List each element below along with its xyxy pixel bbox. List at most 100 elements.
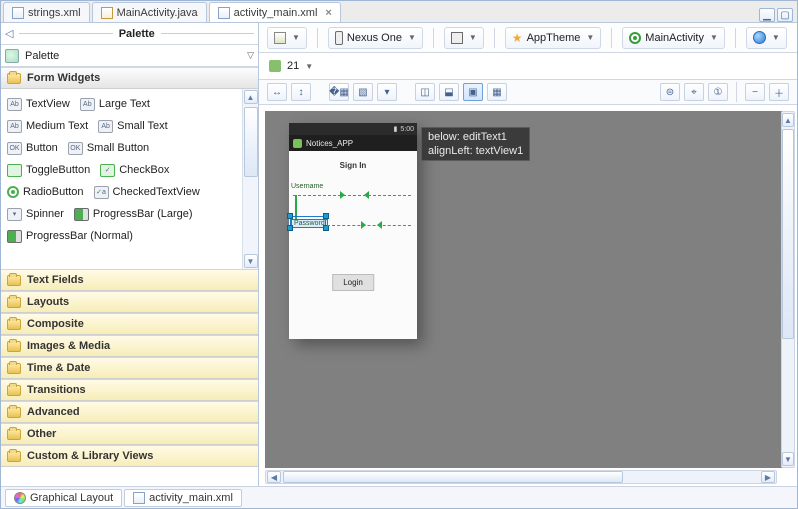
widget-togglebutton[interactable]: ToggleButton xyxy=(7,164,90,177)
folder-icon xyxy=(7,275,21,286)
category-text-fields[interactable]: Text Fields xyxy=(1,269,258,291)
scroll-down-button[interactable]: ▼ xyxy=(782,452,794,466)
zoom-in-button[interactable]: ＋ xyxy=(769,83,789,101)
minimize-view-button[interactable]: ▁ xyxy=(759,8,775,22)
widget-small-button[interactable]: OKSmall Button xyxy=(68,142,149,155)
canvas-horizontal-scrollbar[interactable]: ◀ ▶ xyxy=(265,470,777,484)
login-button[interactable]: Login xyxy=(332,274,374,291)
sign-in-label: Sign In xyxy=(289,161,417,170)
chevron-down-icon: ▽ xyxy=(247,50,254,61)
category-time-date[interactable]: Time & Date xyxy=(1,357,258,379)
scroll-thumb[interactable] xyxy=(782,129,794,339)
widget-progressbar-large[interactable]: ProgressBar (Large) xyxy=(74,208,193,221)
arrange-button[interactable]: ▦ xyxy=(487,83,507,101)
tab-label: activity_main.xml xyxy=(234,7,318,19)
scroll-up-button[interactable]: ▲ xyxy=(244,90,258,104)
align-horizontal-button[interactable]: ◫ xyxy=(415,83,435,101)
palette-scrollbar[interactable]: ▲ ▼ xyxy=(242,89,258,269)
checkbox-icon: ✓ xyxy=(100,164,115,177)
toggle-height-button[interactable]: ↕ xyxy=(291,83,311,101)
category-label: Form Widgets xyxy=(27,72,100,84)
configuration-toolbar: ▼ Nexus One▼ ▼ ★AppTheme▼ MainActivity▼ … xyxy=(259,23,797,53)
category-layouts[interactable]: Layouts xyxy=(1,291,258,313)
zoom-reset-button[interactable]: ⌖ xyxy=(684,83,704,101)
zoom-out-button[interactable]: − xyxy=(745,83,765,101)
device-preview[interactable]: ▮5:00 Notices_APP Sign In Username Passw… xyxy=(289,123,417,339)
tab-strings-xml[interactable]: strings.xml xyxy=(3,2,90,22)
category-transitions[interactable]: Transitions xyxy=(1,379,258,401)
zoom-fit-button[interactable]: ⊜ xyxy=(660,83,680,101)
canvas-vertical-scrollbar[interactable]: ▲ ▼ xyxy=(781,111,795,468)
activity-chooser[interactable]: MainActivity▼ xyxy=(622,27,725,49)
close-tab-icon[interactable]: × xyxy=(325,7,331,19)
widget-radiobutton[interactable]: RadioButton xyxy=(7,186,84,198)
edittext-password[interactable] xyxy=(327,225,411,226)
emulate-size-button[interactable]: �▦ xyxy=(329,83,349,101)
resize-handle[interactable] xyxy=(287,225,293,231)
widget-spinner[interactable]: ▾Spinner xyxy=(7,208,64,221)
category-form-widgets[interactable]: Form Widgets xyxy=(1,67,258,89)
device-chooser[interactable]: Nexus One▼ xyxy=(328,27,423,49)
widget-textview[interactable]: AbTextView xyxy=(7,98,70,111)
scroll-thumb[interactable] xyxy=(283,471,623,483)
folder-icon xyxy=(7,451,21,462)
collapse-icon[interactable]: ◁ xyxy=(5,27,13,40)
folder-icon xyxy=(7,341,21,352)
category-composite[interactable]: Composite xyxy=(1,313,258,335)
orientation-chooser[interactable]: ▼ xyxy=(444,27,484,49)
widget-checkedtextview[interactable]: ✓aCheckedTextView xyxy=(94,186,200,199)
align-vertical-button[interactable]: ⬓ xyxy=(439,83,459,101)
category-custom-library[interactable]: Custom & Library Views xyxy=(1,445,258,467)
chevron-down-icon: ▼ xyxy=(772,33,780,42)
edittext-username[interactable] xyxy=(293,195,411,196)
toggle-icon xyxy=(7,164,22,177)
zoom-actual-button[interactable]: ① xyxy=(708,83,728,101)
chevron-down-icon[interactable]: ▼ xyxy=(305,62,313,71)
scroll-down-button[interactable]: ▼ xyxy=(244,254,258,268)
design-canvas[interactable]: ▮5:00 Notices_APP Sign In Username Passw… xyxy=(259,105,797,486)
locale-chooser[interactable]: ▼ xyxy=(746,27,787,49)
widget-progressbar-normal[interactable]: ProgressBar (Normal) xyxy=(7,230,133,243)
footer-tab-xml-source[interactable]: activity_main.xml xyxy=(124,489,242,507)
xml-file-icon xyxy=(218,7,230,19)
palette-selector[interactable]: Palette ▽ xyxy=(1,45,258,67)
scroll-thumb[interactable] xyxy=(244,107,258,177)
form-widgets-list: AbTextView AbLarge Text AbMedium Text AbSm… xyxy=(1,89,258,269)
resize-handle[interactable] xyxy=(323,213,329,219)
widget-checkbox[interactable]: ✓CheckBox xyxy=(100,164,169,177)
app-bar: Notices_APP xyxy=(289,135,417,151)
scroll-right-button[interactable]: ▶ xyxy=(761,471,775,483)
category-other[interactable]: Other xyxy=(1,423,258,445)
distribute-button[interactable]: ▣ xyxy=(463,83,483,101)
folder-icon xyxy=(7,429,21,440)
widget-button[interactable]: OKButton xyxy=(7,142,58,155)
chevron-down-icon: ▼ xyxy=(469,33,477,42)
layout-options-button[interactable]: ▾ xyxy=(377,83,397,101)
xml-file-icon xyxy=(133,492,145,504)
star-icon: ★ xyxy=(512,31,523,45)
show-constraints-button[interactable]: ▧ xyxy=(353,83,373,101)
radio-icon xyxy=(7,186,19,198)
footer-tab-graphical-layout[interactable]: Graphical Layout xyxy=(5,489,122,507)
widget-small-text[interactable]: AbSmall Text xyxy=(98,120,168,133)
configuration-chooser[interactable]: ▼ xyxy=(267,27,307,49)
palette-panel: ◁ Palette Palette ▽ Form Widgets AbTextV… xyxy=(1,23,259,486)
resize-handle[interactable] xyxy=(287,213,293,219)
tab-mainactivity-java[interactable]: MainActivity.java xyxy=(92,2,207,22)
scroll-up-button[interactable]: ▲ xyxy=(782,113,794,127)
tab-activity-main-xml[interactable]: activity_main.xml × xyxy=(209,2,341,22)
folder-icon xyxy=(7,407,21,418)
theme-chooser[interactable]: ★AppTheme▼ xyxy=(505,27,602,49)
category-advanced[interactable]: Advanced xyxy=(1,401,258,423)
phone-icon xyxy=(335,31,343,45)
widget-medium-text[interactable]: AbMedium Text xyxy=(7,120,88,133)
scroll-left-button[interactable]: ◀ xyxy=(267,471,281,483)
maximize-view-button[interactable]: ▢ xyxy=(777,8,793,22)
design-toolbar: ↔ ↕ �▦ ▧ ▾ ◫ ⬓ ▣ ▦ ⊜ ⌖ ① − ＋ xyxy=(259,79,797,105)
editor-window: strings.xml MainActivity.java activity_m… xyxy=(0,0,798,509)
widget-large-text[interactable]: AbLarge Text xyxy=(80,98,150,111)
category-images-media[interactable]: Images & Media xyxy=(1,335,258,357)
textview-icon: Ab xyxy=(7,120,22,133)
progress-icon xyxy=(7,230,22,243)
toggle-width-button[interactable]: ↔ xyxy=(267,83,287,101)
